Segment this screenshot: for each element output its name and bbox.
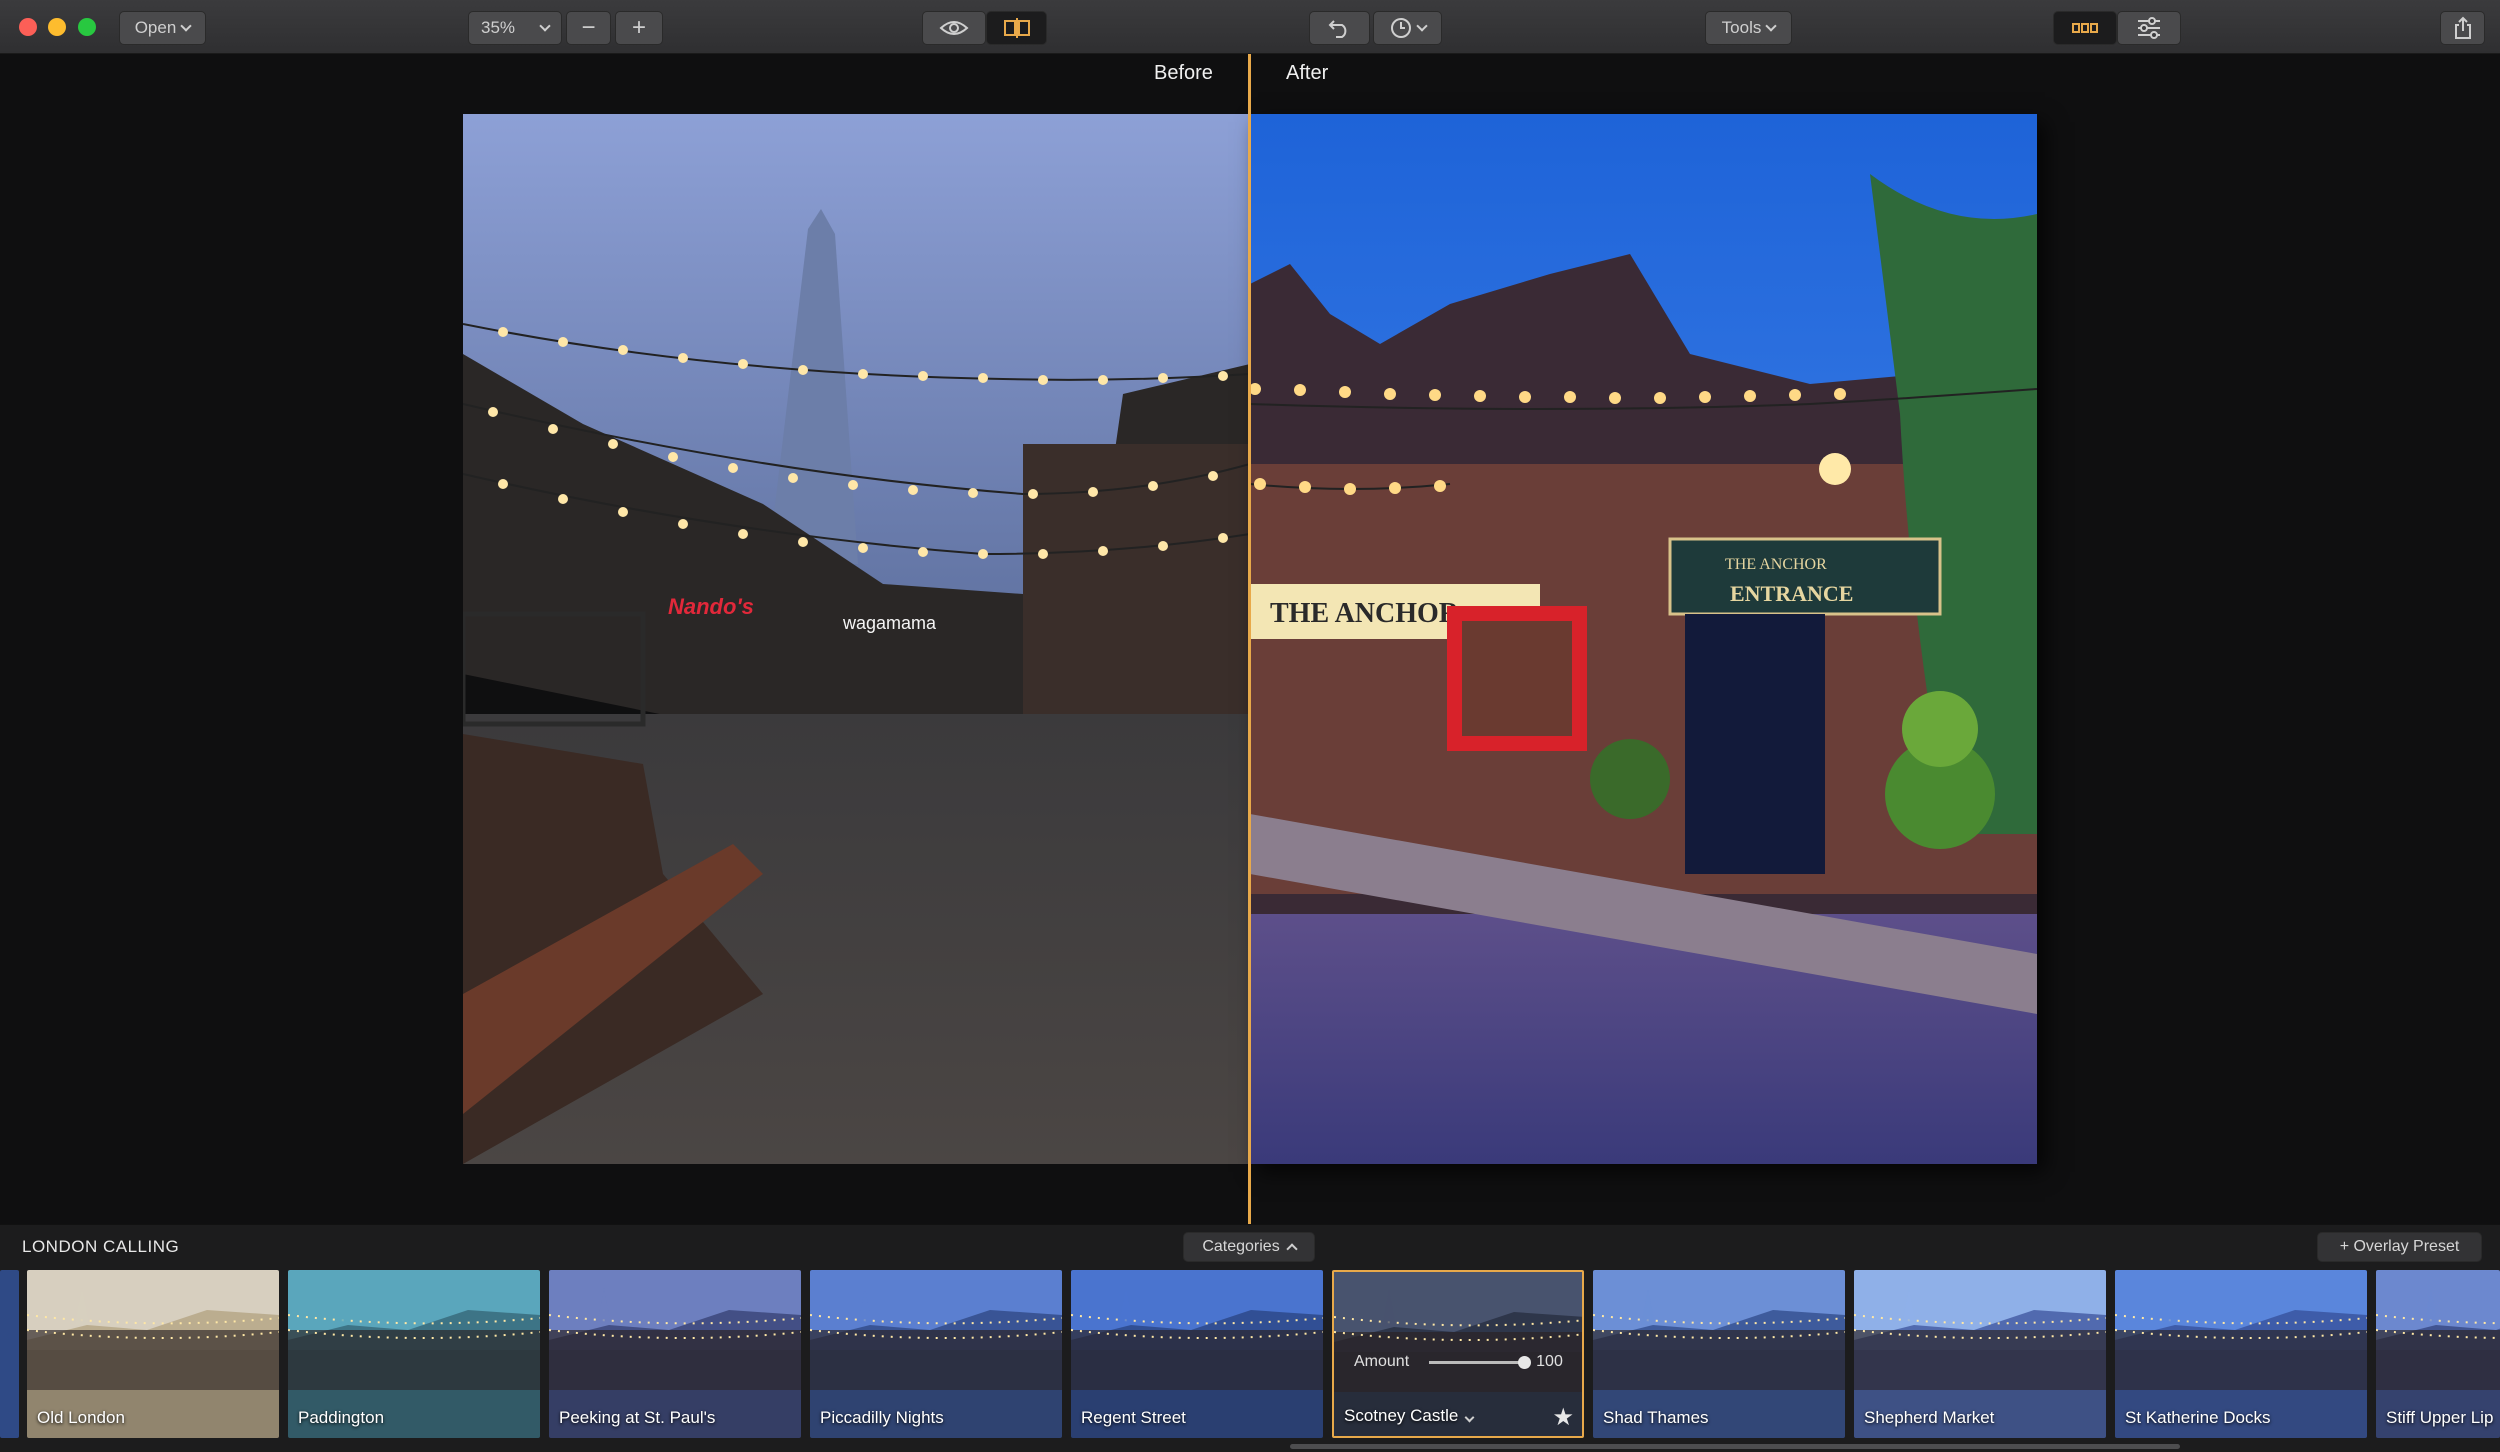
chevron-up-icon [1286, 1243, 1298, 1255]
plus-icon: + [631, 14, 646, 41]
open-button[interactable]: Open [119, 11, 206, 45]
before-image: Nando's wagamama [463, 114, 1250, 1164]
history-button[interactable] [1373, 11, 1442, 45]
after-label: After [1286, 62, 1329, 84]
preset-label: Shepherd Market [1864, 1408, 1995, 1427]
preset-thumbnail[interactable]: Piccadilly Nights [810, 1270, 1062, 1438]
preset-label: Scotney Castle [1344, 1406, 1475, 1426]
categories-button[interactable]: Categories [1183, 1232, 1315, 1262]
sliders-icon [2138, 17, 2160, 39]
undo-icon [1328, 20, 1346, 38]
preset-thumbnail[interactable]: Stiff Upper Lip [2376, 1270, 2500, 1438]
zoom-select[interactable]: 35% [468, 11, 562, 45]
preset-thumbnail[interactable]: Old London [27, 1270, 279, 1438]
minus-icon: − [581, 14, 596, 41]
svg-text:wagamama: wagamama [842, 613, 937, 633]
amount-slider[interactable] [1429, 1355, 1532, 1369]
chevron-down-icon[interactable] [1464, 1412, 1475, 1423]
preset-label: Piccadilly Nights [820, 1408, 944, 1427]
preset-category-title: LONDON CALLING [22, 1237, 180, 1256]
undo-button[interactable] [1309, 11, 1370, 45]
amount-control: Amount 100 [1354, 1350, 1574, 1374]
amount-label: Amount [1354, 1353, 1410, 1370]
zoom-in-button[interactable]: + [615, 11, 663, 45]
app-window: Open 35% − + Tools Before After Nando's … [0, 0, 2500, 1452]
eye-icon [939, 21, 969, 35]
chevron-down-icon [1765, 19, 1778, 32]
amount-slider-knob[interactable] [1518, 1355, 1532, 1369]
preset-strip-scrollbar[interactable] [1290, 1444, 2180, 1449]
categories-label: Categories [1202, 1238, 1280, 1255]
tools-button[interactable]: Tools [1705, 11, 1792, 45]
preset-thumbnail-partial[interactable] [0, 1270, 19, 1438]
preset-label: Shad Thames [1603, 1408, 1709, 1427]
presets-panel-button[interactable] [2053, 11, 2117, 45]
share-icon [2454, 16, 2471, 39]
minimize-window-button[interactable] [48, 18, 66, 36]
preset-label: Stiff Upper Lip [2386, 1408, 2494, 1427]
chevron-down-icon [180, 19, 192, 32]
close-window-button[interactable] [19, 18, 37, 36]
maximize-window-button[interactable] [78, 18, 96, 36]
preset-label: Paddington [298, 1408, 385, 1427]
after-image: THE ANCHOR THE ANCHOR ENTRANCE [1250, 114, 2037, 1164]
preset-label: Old London [37, 1408, 125, 1427]
adjustments-panel-button[interactable] [2117, 11, 2181, 45]
tools-label: Tools [1721, 18, 1762, 37]
overlay-preset-label: + Overlay Preset [2339, 1238, 2460, 1255]
preset-thumbnail[interactable]: Paddington [288, 1270, 540, 1438]
chevron-down-icon [1415, 19, 1428, 32]
preset-label: Peeking at St. Paul's [559, 1408, 716, 1427]
amount-value: 100 [1536, 1353, 1563, 1370]
preset-thumbnail[interactable]: St Katherine Docks [2115, 1270, 2367, 1438]
preset-thumbnail[interactable]: Shad Thames [1593, 1270, 1845, 1438]
preset-label: Regent Street [1081, 1408, 1186, 1427]
svg-text:THE ANCHOR: THE ANCHOR [1270, 598, 1460, 629]
open-label: Open [134, 18, 177, 37]
zoom-out-button[interactable]: − [566, 11, 611, 45]
chevron-down-icon [539, 19, 551, 32]
preset-label: St Katherine Docks [2125, 1408, 2271, 1427]
svg-text:THE ANCHOR: THE ANCHOR [1725, 556, 1827, 573]
svg-text:Nando's: Nando's [668, 594, 754, 619]
zoom-value: 35% [481, 18, 516, 37]
before-label: Before [1154, 62, 1213, 84]
favorite-star-icon[interactable]: ★ [1552, 1403, 1574, 1432]
toolbar: Open 35% − + Tools [0, 0, 2500, 54]
overlay-preset-button[interactable]: + Overlay Preset [2317, 1232, 2482, 1262]
preset-thumbnail[interactable]: Shepherd Market [1854, 1270, 2106, 1438]
compare-divider-handle[interactable] [1248, 54, 1251, 1224]
clock-icon [1390, 18, 1411, 38]
split-compare-icon [1003, 18, 1030, 38]
svg-text:ENTRANCE: ENTRANCE [1730, 581, 1853, 606]
preset-thumbnail-selected[interactable]: Scotney Castle Amount 100 ★ [1332, 1270, 1584, 1438]
split-view-button[interactable] [986, 11, 1047, 45]
preset-thumbnail[interactable]: Regent Street [1071, 1270, 1323, 1438]
preview-toggle-button[interactable] [922, 11, 986, 45]
presets-strip-icon [2072, 23, 2098, 33]
preset-thumbnail[interactable]: Peeking at St. Paul's [549, 1270, 801, 1438]
share-button[interactable] [2440, 11, 2485, 45]
